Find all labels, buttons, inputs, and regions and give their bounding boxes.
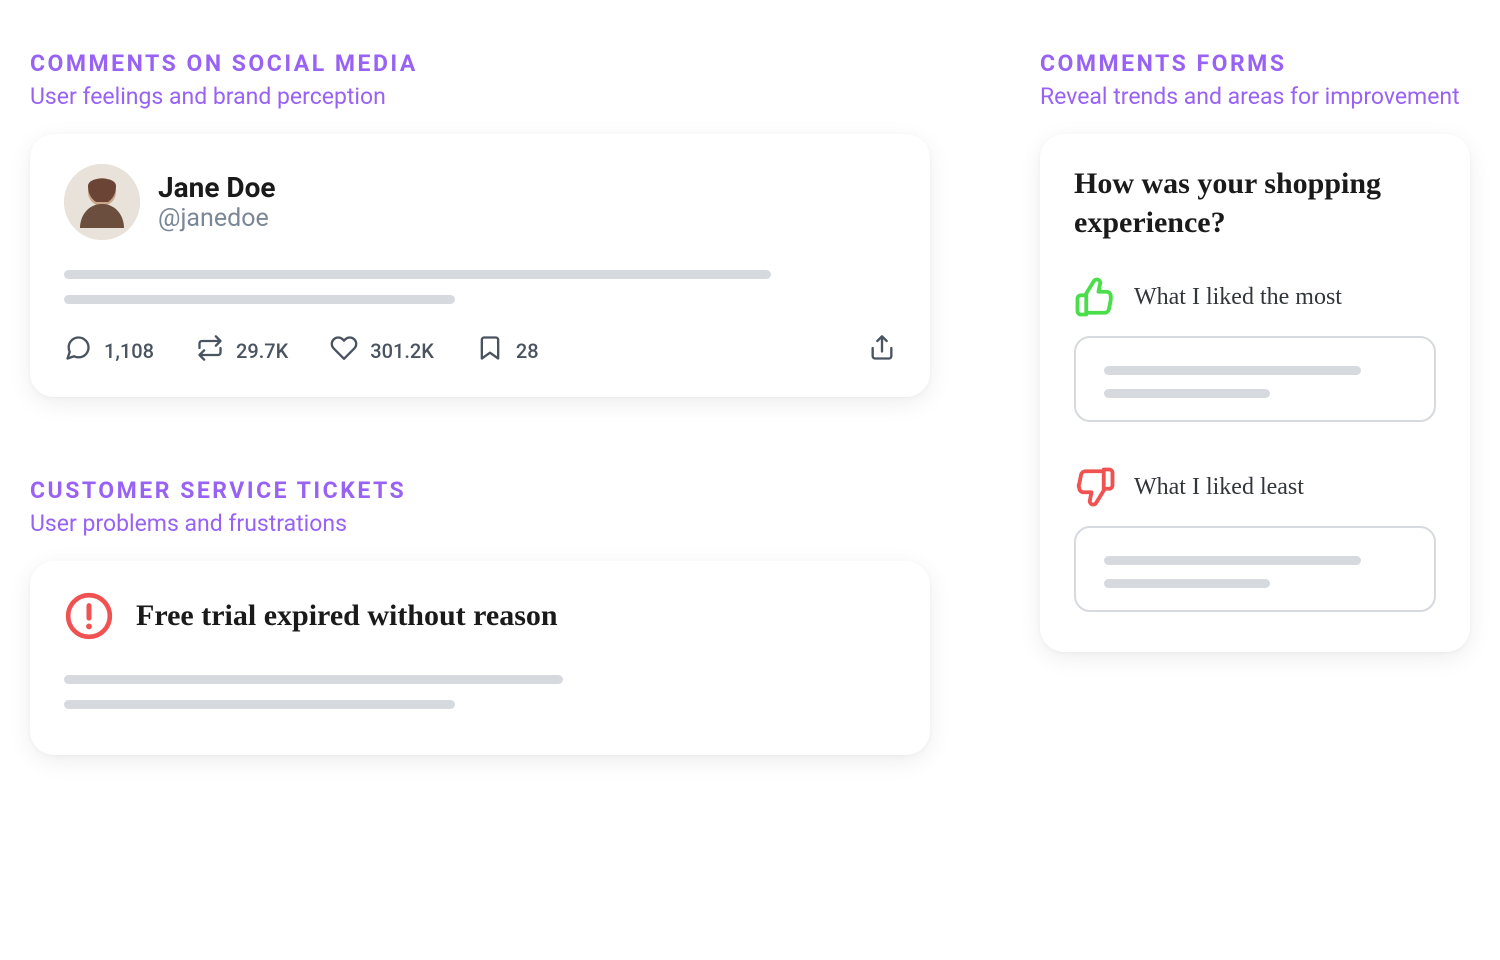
retweet-icon (196, 334, 224, 367)
reply-icon (64, 334, 92, 367)
social-heading: COMMENTS ON SOCIAL MEDIA (30, 50, 930, 77)
input-placeholder-line (1104, 366, 1361, 375)
bookmark-icon (476, 334, 504, 367)
share-button[interactable] (868, 334, 896, 367)
forms-heading: COMMENTS FORMS (1040, 50, 1470, 77)
dislike-label: What I liked least (1134, 474, 1304, 501)
retweet-button[interactable]: 29.7K (196, 334, 288, 367)
tickets-section: CUSTOMER SERVICE TICKETS User problems a… (30, 477, 930, 755)
like-label: What I liked the most (1134, 284, 1342, 311)
share-icon (868, 334, 896, 367)
form-question: How was your shopping experience? (1074, 164, 1436, 242)
feedback-form-card: How was your shopping experience? What I… (1040, 134, 1470, 652)
ticket-body-placeholder-line (64, 700, 455, 709)
heart-icon (330, 334, 358, 367)
retweet-count: 29.7K (236, 339, 288, 363)
avatar (64, 164, 140, 240)
ticket-title: Free trial expired without reason (136, 599, 558, 633)
thumbs-up-icon (1074, 276, 1116, 318)
alert-icon (64, 591, 114, 641)
input-placeholder-line (1104, 389, 1270, 398)
tweet-body-placeholder-line (64, 295, 455, 304)
ticket-card: Free trial expired without reason (30, 561, 930, 755)
tweet-user-handle: @janedoe (158, 204, 276, 233)
forms-sub: Reveal trends and areas for improvement (1040, 83, 1470, 110)
input-placeholder-line (1104, 556, 1361, 565)
bookmark-count: 28 (516, 339, 539, 363)
thumbs-down-icon (1074, 466, 1116, 508)
ticket-body-placeholder-line (64, 675, 563, 684)
forms-section: COMMENTS FORMS Reveal trends and areas f… (1040, 50, 1470, 652)
social-sub: User feelings and brand perception (30, 83, 930, 110)
reply-button[interactable]: 1,108 (64, 334, 154, 367)
like-count: 301.2K (370, 339, 434, 363)
reply-count: 1,108 (104, 339, 154, 363)
like-input[interactable] (1074, 336, 1436, 422)
tickets-heading: CUSTOMER SERVICE TICKETS (30, 477, 930, 504)
tweet-user-name: Jane Doe (158, 171, 276, 205)
tweet-body-placeholder-line (64, 270, 771, 279)
input-placeholder-line (1104, 579, 1270, 588)
like-button[interactable]: 301.2K (330, 334, 434, 367)
tweet-card: Jane Doe @janedoe 1,108 (30, 134, 930, 397)
tickets-sub: User problems and frustrations (30, 510, 930, 537)
social-section: COMMENTS ON SOCIAL MEDIA User feelings a… (30, 50, 930, 397)
bookmark-button[interactable]: 28 (476, 334, 539, 367)
dislike-input[interactable] (1074, 526, 1436, 612)
